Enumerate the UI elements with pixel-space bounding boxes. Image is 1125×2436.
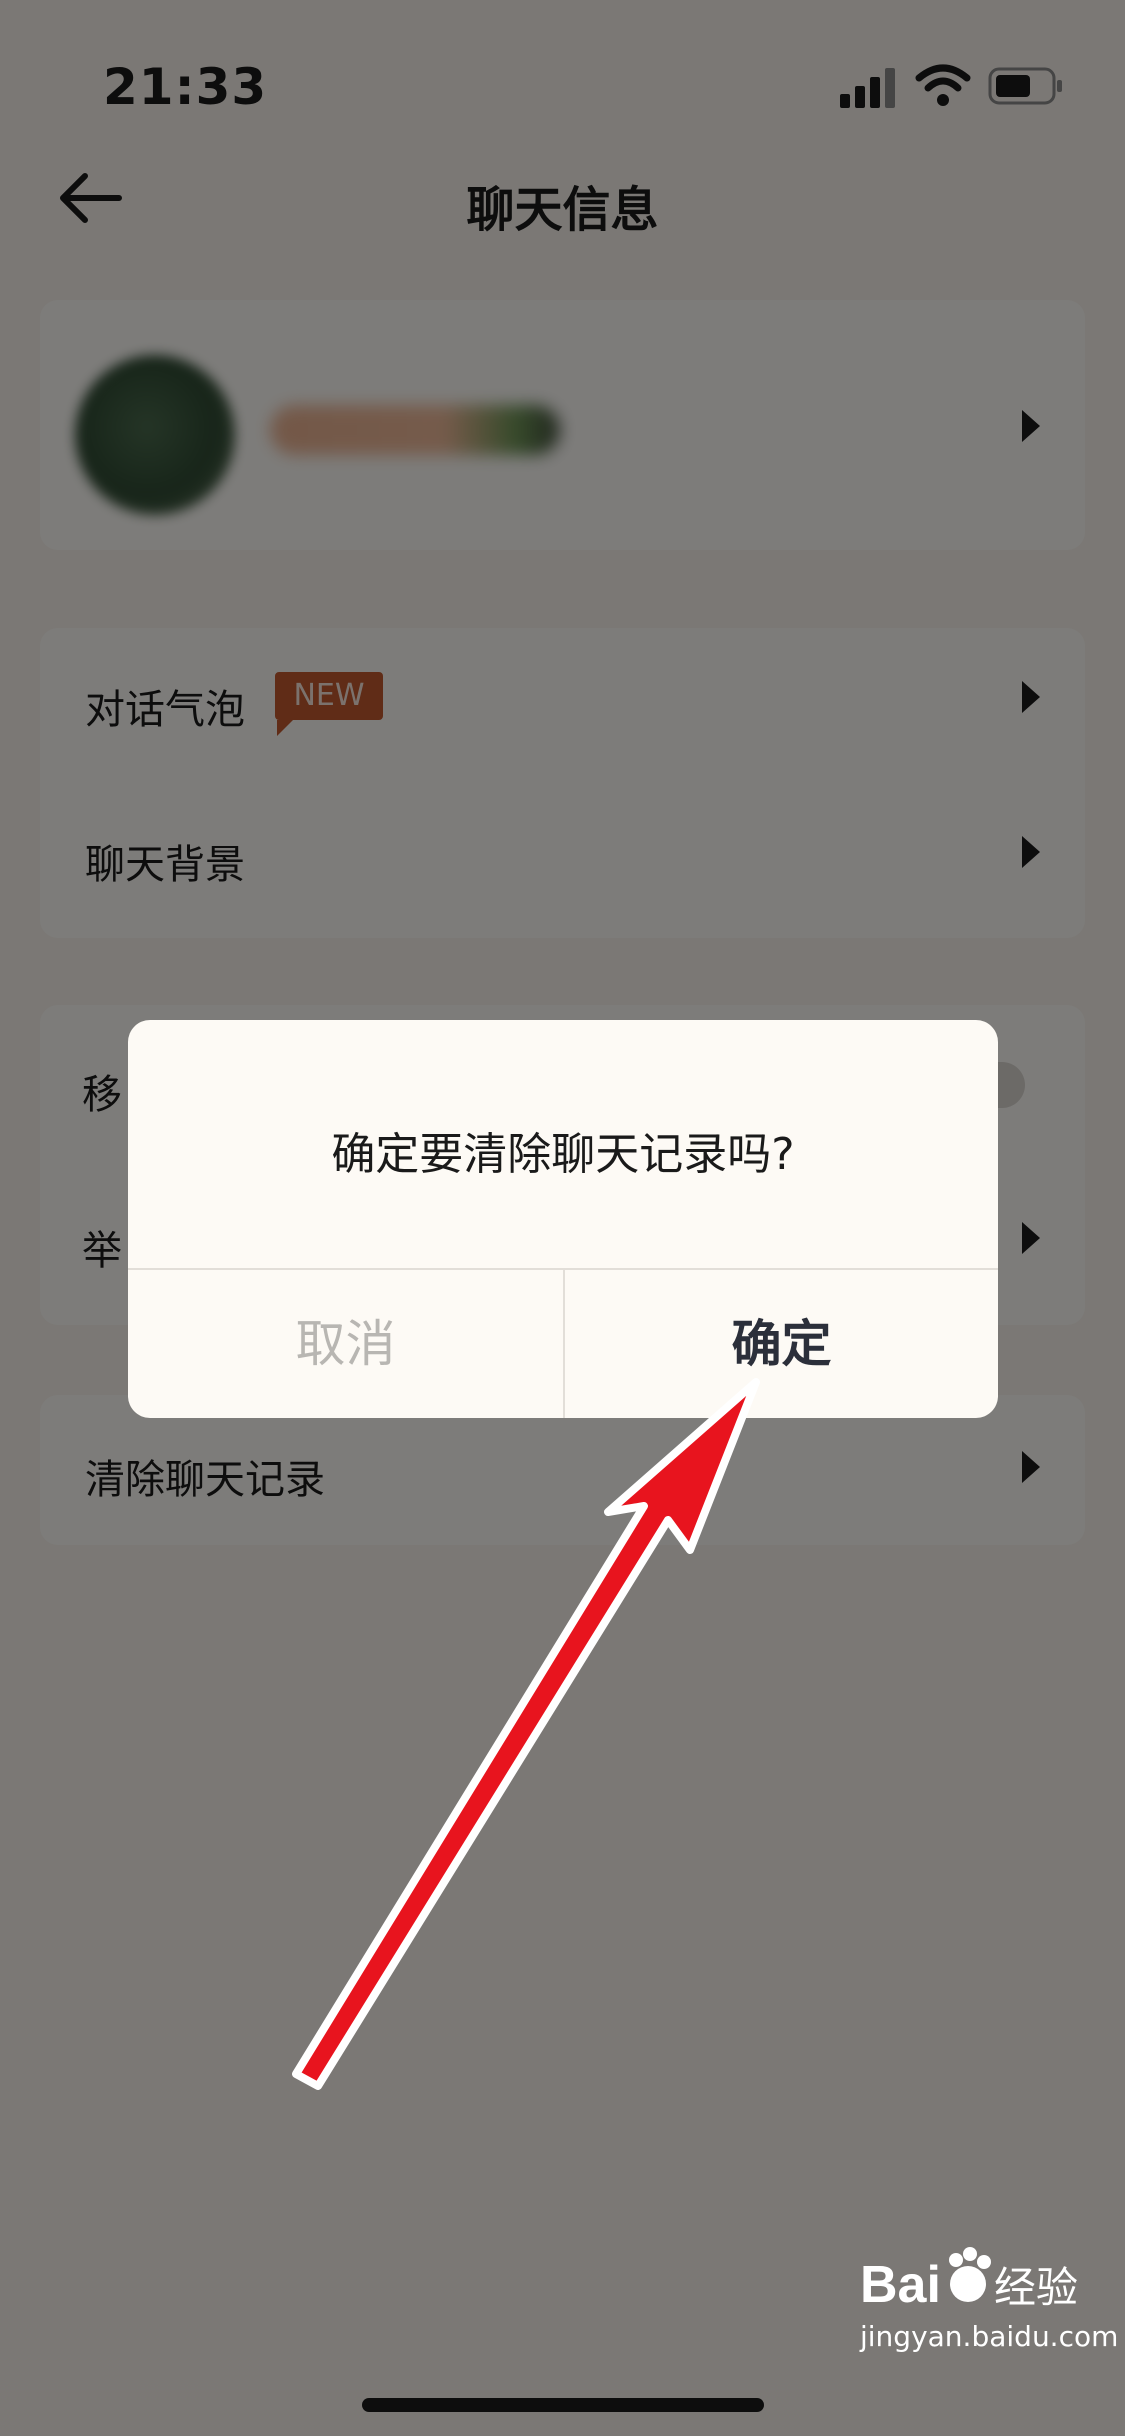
confirm-button[interactable]: 确定	[565, 1270, 998, 1418]
cancel-button[interactable]: 取消	[128, 1270, 563, 1418]
confirm-dialog: 确定要清除聊天记录吗? 取消 确定	[128, 1020, 998, 1418]
watermark-url: jingyan.baidu.com	[860, 2320, 1119, 2353]
watermark-brand2: 经验	[994, 2263, 1078, 2312]
dialog-message: 确定要清除聊天记录吗?	[331, 1129, 795, 1180]
watermark-brand: Bai	[860, 2256, 941, 2314]
home-indicator[interactable]	[362, 2398, 764, 2412]
